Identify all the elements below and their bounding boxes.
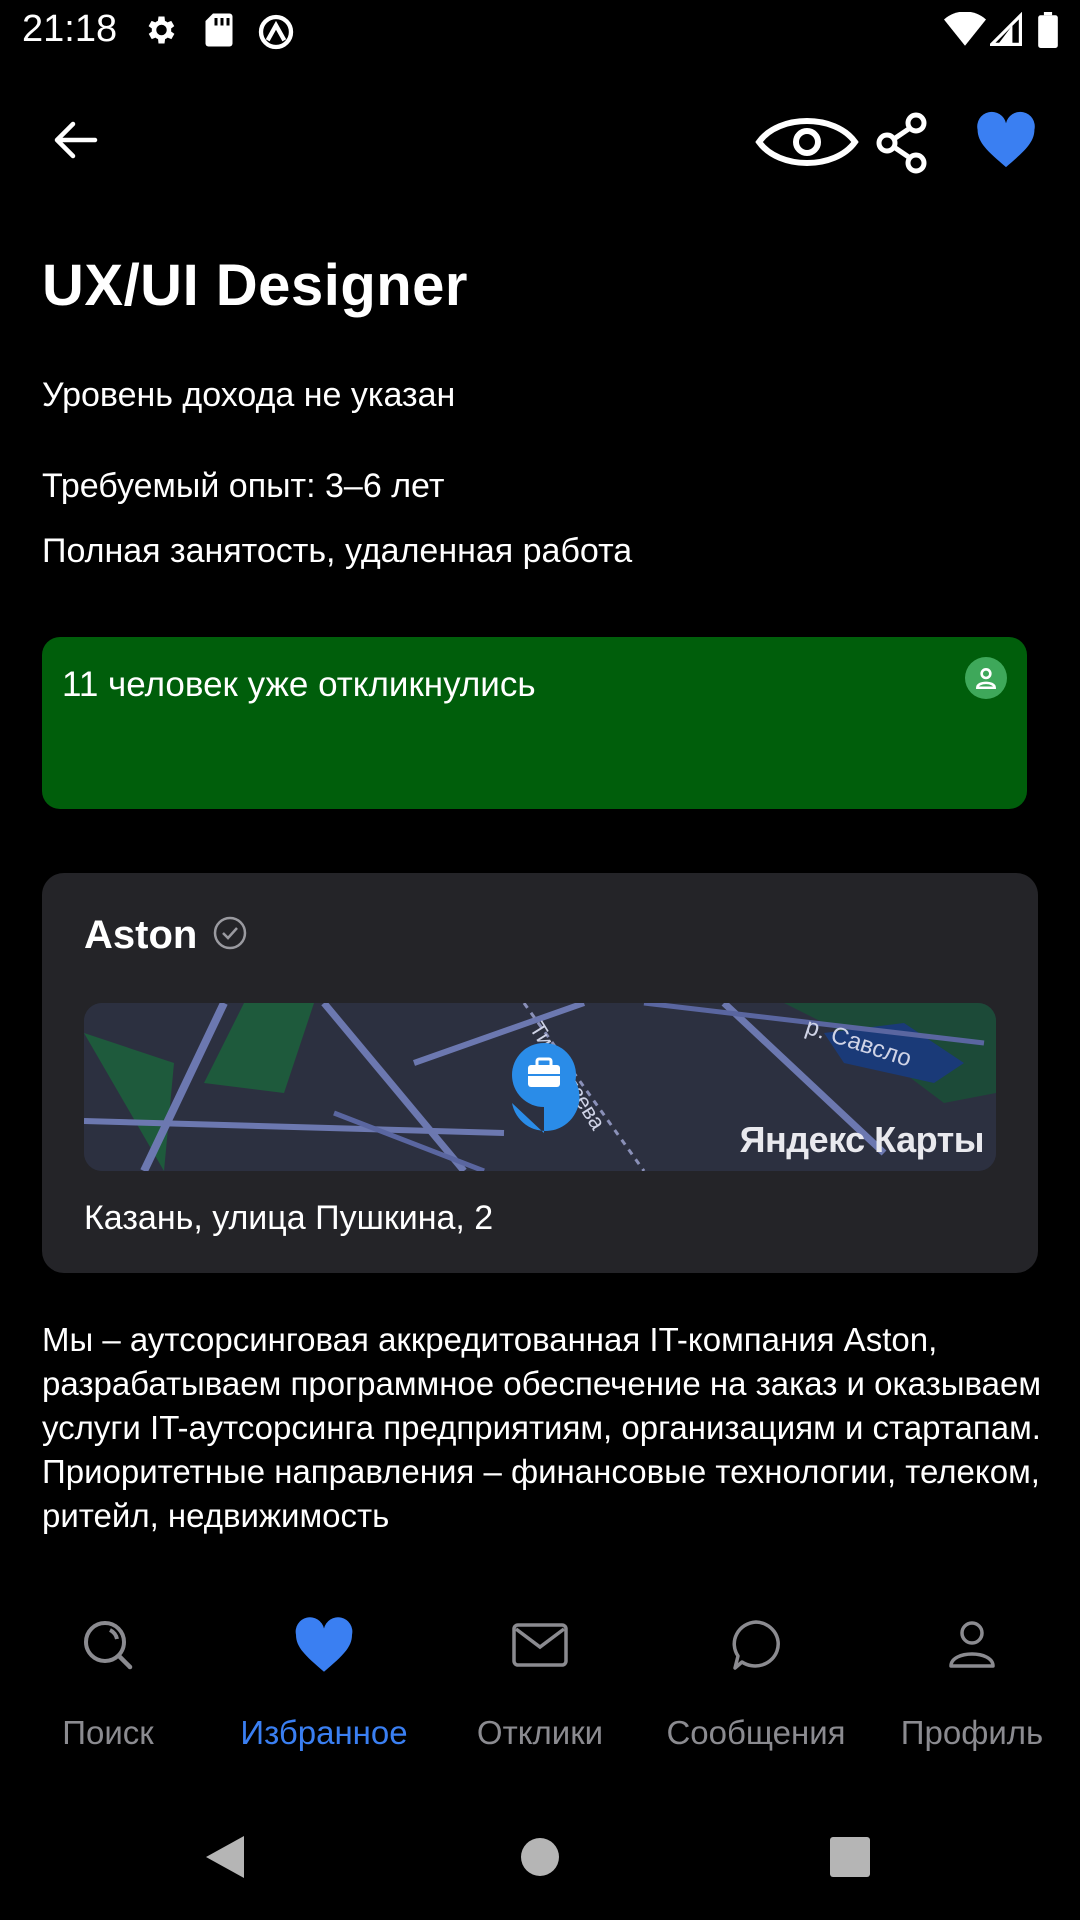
nav-label-search: Поиск <box>62 1714 154 1751</box>
share-button[interactable] <box>872 110 932 176</box>
system-home-button[interactable] <box>520 1837 560 1877</box>
heart-icon <box>295 1617 353 1672</box>
nav-item-favorites[interactable]: Избранное <box>224 1610 424 1752</box>
responses-banner: 11 человек уже откликнулись <box>42 637 1027 809</box>
heart-icon <box>977 111 1035 168</box>
nav-item-search[interactable]: Поиск <box>8 1610 208 1752</box>
nav-item-profile[interactable]: Профиль <box>872 1610 1072 1752</box>
system-back-button[interactable] <box>204 1834 246 1880</box>
nav-label-responses: Отклики <box>476 1714 604 1751</box>
nav-label-messages: Сообщения <box>666 1714 846 1751</box>
chat-bubble-icon <box>732 1620 780 1670</box>
person-icon <box>965 657 1007 699</box>
responses-count-text: 11 человек уже откликнулись <box>62 665 536 704</box>
arrow-left-icon <box>54 121 98 159</box>
back-button[interactable] <box>40 115 110 165</box>
sd-card-icon <box>205 13 233 47</box>
nav-item-messages[interactable]: Сообщения <box>656 1610 856 1752</box>
company-map-pin-icon <box>512 1043 580 1133</box>
person-icon <box>949 1621 995 1668</box>
wifi-icon <box>944 12 986 46</box>
employment-text: Полная занятость, удаленная работа <box>42 532 633 570</box>
company-address: Казань, улица Пушкина, 2 <box>84 1199 494 1237</box>
share-icon <box>876 112 927 174</box>
views-button[interactable] <box>752 112 862 172</box>
signal-icon <box>990 12 1022 46</box>
status-time: 21:18 <box>22 8 118 50</box>
company-map[interactable]: р. Савсло Тимирязева Яндекс Карты <box>84 1003 996 1171</box>
vacancy-title: UX/UI Designer <box>42 253 468 318</box>
envelope-icon <box>512 1623 568 1667</box>
nav-label-profile: Профиль <box>900 1714 1044 1751</box>
nav-item-responses[interactable]: Отклики <box>440 1610 640 1752</box>
salary-text: Уровень дохода не указан <box>42 376 456 414</box>
company-name[interactable]: Aston <box>84 913 197 958</box>
battery-icon <box>1038 12 1058 48</box>
settings-icon <box>148 16 175 44</box>
data-saver-icon <box>258 14 294 50</box>
favorite-button[interactable] <box>974 110 1038 170</box>
company-description: Мы – аутсорсинговая аккредитованная IT-к… <box>42 1321 1042 1534</box>
eye-icon <box>755 118 859 166</box>
company-card[interactable]: Aston р. Савсло Тимирязева <box>42 873 1038 1273</box>
experience-text: Требуемый опыт: 3–6 лет <box>42 467 445 505</box>
verified-check-icon <box>213 916 247 950</box>
system-recents-button[interactable] <box>830 1837 870 1877</box>
nav-label-favorites: Избранное <box>240 1714 408 1751</box>
search-icon <box>84 1621 133 1670</box>
map-provider-label: Яндекс Карты <box>739 1119 985 1160</box>
